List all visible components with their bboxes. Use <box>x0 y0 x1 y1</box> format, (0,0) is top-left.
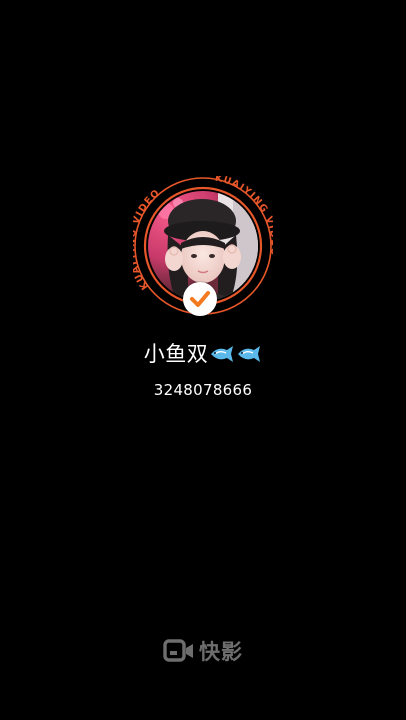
brand-logo: 快影 <box>0 636 406 666</box>
nickname-row: 小鱼双 <box>0 338 406 370</box>
user-id: 3248078666 <box>153 381 253 399</box>
verified-badge <box>183 282 217 316</box>
profile-badge: KUAIYING VIDEO KUAIYING VIDEO <box>133 176 273 316</box>
check-icon <box>190 291 210 307</box>
fish-icon <box>211 346 234 362</box>
video-camera-icon <box>163 639 193 662</box>
nickname: 小鱼双 <box>143 342 209 366</box>
fish-icon <box>238 346 261 362</box>
brand-name: 快影 <box>199 640 243 664</box>
